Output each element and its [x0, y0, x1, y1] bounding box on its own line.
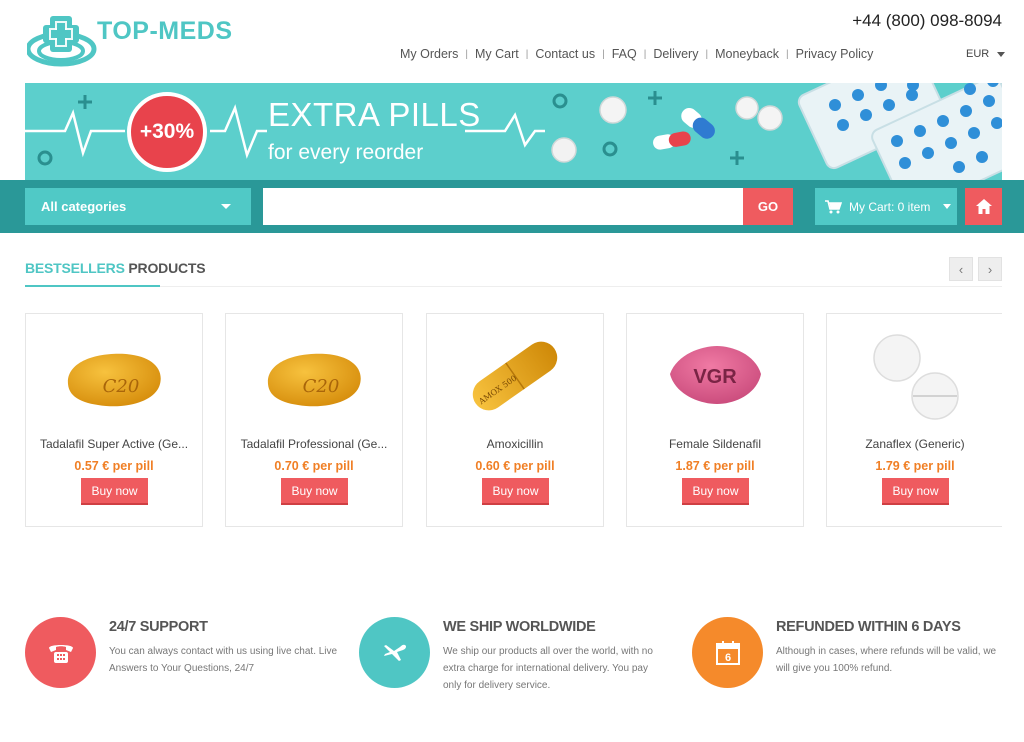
- product-price: 1.87 € per pill: [675, 459, 755, 473]
- airplane-icon: [383, 644, 406, 661]
- feature-text: We ship our products all over the world,…: [443, 646, 653, 691]
- feature-title: WE SHIP WORLDWIDE: [443, 619, 596, 635]
- nav-separator: |: [786, 48, 789, 60]
- feature-icon-circle: [25, 617, 96, 688]
- search-go-button[interactable]: GO: [743, 188, 793, 225]
- nav-separator: |: [602, 48, 605, 60]
- feature-title: REFUNDED WITHIN 6 DAYS: [776, 619, 961, 635]
- feature-refund: 6 REFUNDED WITHIN 6 DAYS Although in cas…: [692, 617, 1012, 697]
- cart-button[interactable]: My Cart: 0 item: [815, 188, 957, 225]
- nav-my-orders[interactable]: My Orders: [400, 47, 458, 61]
- nav-separator: |: [465, 48, 468, 60]
- product-name[interactable]: Tadalafil Super Active (Ge...: [36, 437, 192, 451]
- product-price: 1.79 € per pill: [875, 459, 955, 473]
- section-title-rest: PRODUCTS: [128, 260, 206, 276]
- cart-icon: [825, 199, 842, 213]
- svg-text:6: 6: [724, 652, 730, 664]
- nav-moneyback[interactable]: Moneyback: [715, 47, 779, 61]
- chevron-down-icon: [997, 51, 1006, 57]
- feature-icon-circle: 6: [692, 617, 763, 688]
- carousel-next-button[interactable]: ›: [978, 257, 1002, 281]
- buy-now-button[interactable]: Buy now: [482, 478, 549, 505]
- category-select[interactable]: All categories: [25, 188, 251, 225]
- top-navigation: My Orders | My Cart | Contact us | FAQ | Del…: [400, 47, 873, 61]
- banner-title: EXTRA PILLS: [268, 96, 481, 133]
- product-card[interactable]: AMOX 500 Amoxicillin 0.60 € per pill Buy…: [426, 313, 604, 527]
- banner-subtitle: for every reorder: [268, 141, 424, 164]
- svg-text:C20: C20: [103, 376, 140, 397]
- phone-number: +44 (800) 098-8094: [852, 11, 1002, 30]
- chevron-down-icon: [221, 204, 231, 209]
- carousel-prev-button[interactable]: ‹: [949, 257, 973, 281]
- cart-button-label: My Cart: 0 item: [849, 199, 931, 214]
- product-name[interactable]: Amoxicillin: [437, 437, 593, 451]
- nav-my-cart[interactable]: My Cart: [475, 47, 519, 61]
- chevron-down-icon: [943, 204, 952, 209]
- logo-text[interactable]: TOP-MEDS: [97, 17, 233, 46]
- promo-banner[interactable]: +30% EXTRA PILLS for every reorder: [25, 83, 1002, 180]
- product-card[interactable]: C20 Tadalafil Professional (Ge... 0.70 €…: [225, 313, 403, 527]
- product-carousel: C20 Tadalafil Super Active (Ge... 0.57 €…: [25, 313, 1002, 528]
- product-card[interactable]: VGR Female Sildenafil 1.87 € per pill Bu…: [626, 313, 804, 527]
- nav-faq[interactable]: FAQ: [612, 47, 637, 61]
- product-name[interactable]: Zanaflex (Generic): [837, 437, 993, 451]
- product-card[interactable]: Zanaflex (Generic) 1.79 € per pill Buy n…: [826, 313, 1002, 527]
- feature-icon-circle: [359, 617, 430, 688]
- category-select-label: All categories: [41, 199, 127, 214]
- currency-select[interactable]: EUR: [966, 48, 1006, 60]
- yellow-oval-pill-image[interactable]: C20: [26, 324, 202, 429]
- feature-shipping: WE SHIP WORLDWIDE We ship our products a…: [359, 617, 679, 697]
- currency-label: EUR: [966, 48, 990, 60]
- feature-text: You can always contact with us using liv…: [109, 646, 338, 674]
- pink-pill-image[interactable]: VGR: [627, 324, 803, 429]
- search-bar: All categories GO My Cart: 0 item: [0, 180, 1024, 233]
- product-price: 0.70 € per pill: [274, 459, 354, 473]
- buy-now-button[interactable]: Buy now: [81, 478, 148, 505]
- buy-now-button[interactable]: Buy now: [281, 478, 348, 505]
- nav-delivery[interactable]: Delivery: [653, 47, 698, 61]
- site-header: TOP-MEDS +44 (800) 098-8094 My Orders | M…: [0, 0, 1024, 83]
- product-name[interactable]: Female Sildenafil: [637, 437, 793, 451]
- product-name[interactable]: Tadalafil Professional (Ge...: [236, 437, 392, 451]
- nav-separator: |: [705, 48, 709, 60]
- white-round-pills-image[interactable]: [827, 324, 1002, 429]
- calendar-icon: 6: [715, 640, 740, 665]
- feature-support: 24/7 SUPPORT You can always contact with…: [25, 617, 345, 697]
- chevron-left-icon: ‹: [958, 261, 964, 277]
- chevron-right-icon: ›: [987, 261, 993, 277]
- product-price: 0.57 € per pill: [74, 459, 154, 473]
- yellow-oval-pill-image[interactable]: C20: [226, 324, 402, 429]
- nav-separator: |: [643, 48, 647, 60]
- section-title-accent: BESTSELLERS: [25, 260, 125, 276]
- search-input[interactable]: [263, 188, 744, 225]
- section-divider: [25, 286, 1002, 287]
- buy-now-button[interactable]: Buy now: [682, 478, 749, 505]
- phone-icon: [48, 644, 73, 663]
- svg-text:C20: C20: [303, 376, 340, 397]
- section-title-underline: [25, 285, 160, 287]
- nav-contact-us[interactable]: Contact us: [535, 47, 595, 61]
- nav-privacy-policy[interactable]: Privacy Policy: [796, 47, 874, 61]
- product-price: 0.60 € per pill: [475, 459, 555, 473]
- feature-title: 24/7 SUPPORT: [109, 619, 208, 635]
- feature-text: Although in cases, where refunds will be…: [776, 646, 997, 674]
- product-card[interactable]: C20 Tadalafil Super Active (Ge... 0.57 €…: [25, 313, 203, 527]
- discount-badge: +30%: [127, 92, 207, 172]
- home-button[interactable]: [965, 188, 1002, 225]
- svg-text:VGR: VGR: [693, 366, 737, 388]
- buy-now-button[interactable]: Buy now: [882, 478, 949, 505]
- yellow-capsule-image[interactable]: AMOX 500: [427, 324, 603, 429]
- section-title: BESTSELLERS PRODUCTS: [25, 260, 206, 276]
- home-icon: [975, 199, 992, 214]
- nav-separator: |: [525, 48, 529, 60]
